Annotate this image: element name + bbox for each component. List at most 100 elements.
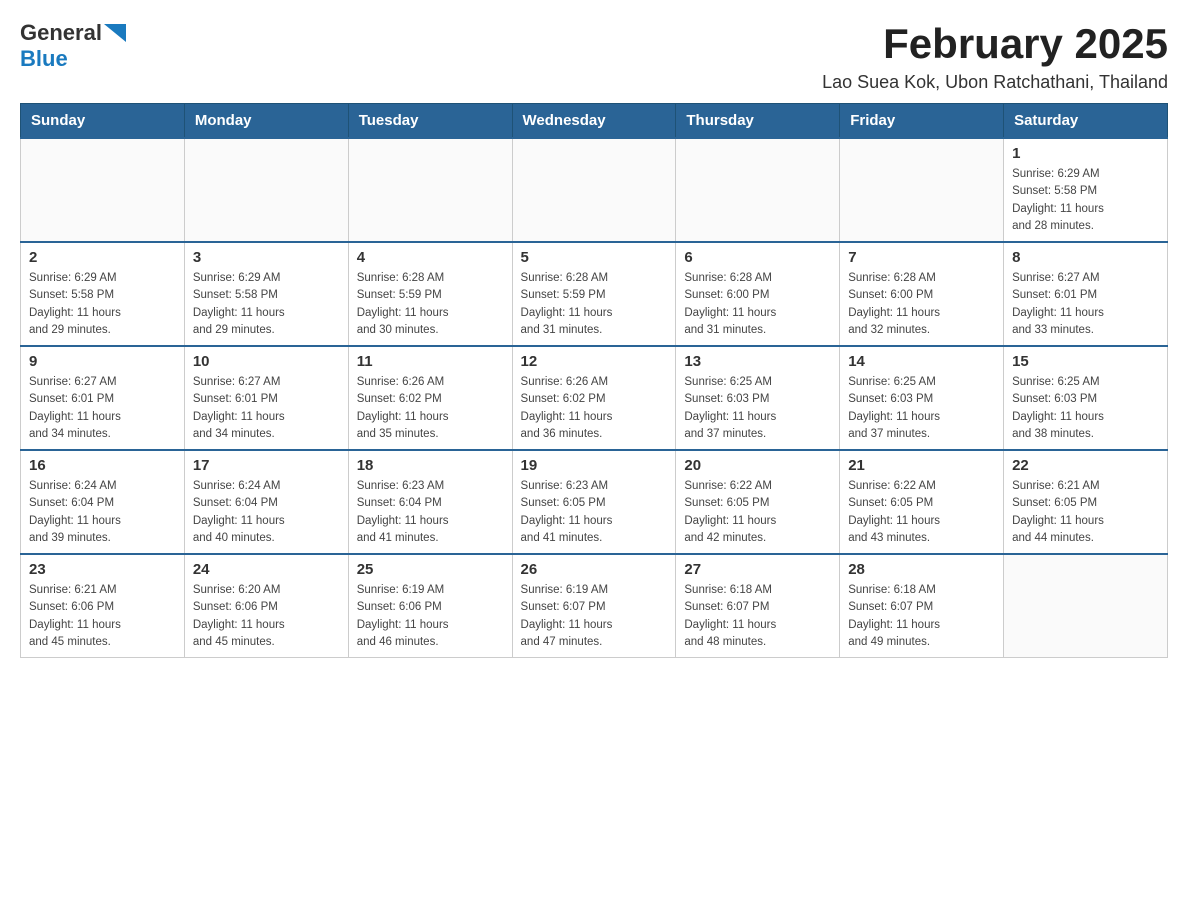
day-number: 12 (521, 353, 668, 370)
day-number: 1 (1012, 145, 1159, 162)
calendar-cell (1004, 554, 1168, 658)
calendar-cell (512, 138, 676, 242)
day-info: Sunrise: 6:22 AMSunset: 6:05 PMDaylight:… (848, 478, 995, 547)
calendar-day-header: Monday (184, 104, 348, 139)
title-block: February 2025 Lao Suea Kok, Ubon Ratchat… (822, 20, 1168, 93)
week-row: 16 Sunrise: 6:24 AMSunset: 6:04 PMDayligh… (21, 450, 1168, 554)
day-info: Sunrise: 6:25 AMSunset: 6:03 PMDaylight:… (848, 374, 995, 443)
location: Lao Suea Kok, Ubon Ratchathani, Thailand (822, 72, 1168, 93)
calendar-cell: 26 Sunrise: 6:19 AMSunset: 6:07 PMDayligh… (512, 554, 676, 658)
day-number: 24 (193, 561, 340, 578)
day-info: Sunrise: 6:27 AMSunset: 6:01 PMDaylight:… (29, 374, 176, 443)
day-number: 22 (1012, 457, 1159, 474)
day-number: 26 (521, 561, 668, 578)
calendar-cell: 12 Sunrise: 6:26 AMSunset: 6:02 PMDayligh… (512, 346, 676, 450)
calendar-cell: 28 Sunrise: 6:18 AMSunset: 6:07 PMDayligh… (840, 554, 1004, 658)
page-header: General Blue February 2025 Lao Suea Kok,… (20, 20, 1168, 93)
calendar-cell: 19Sunrise: 6:23 AMSunset: 6:05 PMDayligh… (512, 450, 676, 554)
day-number: 27 (684, 561, 831, 578)
calendar: SundayMondayTuesdayWednesdayThursdayFrid… (20, 103, 1168, 658)
week-row: 1Sunrise: 6:29 AMSunset: 5:58 PMDaylight… (21, 138, 1168, 242)
day-number: 4 (357, 249, 504, 266)
day-number: 3 (193, 249, 340, 266)
day-info: Sunrise: 6:27 AMSunset: 6:01 PMDaylight:… (193, 374, 340, 443)
calendar-cell: 27 Sunrise: 6:18 AMSunset: 6:07 PMDayligh… (676, 554, 840, 658)
calendar-cell: 24 Sunrise: 6:20 AMSunset: 6:06 PMDayligh… (184, 554, 348, 658)
calendar-cell: 10 Sunrise: 6:27 AMSunset: 6:01 PMDayligh… (184, 346, 348, 450)
day-info: Sunrise: 6:29 AMSunset: 5:58 PMDaylight:… (193, 270, 340, 339)
calendar-cell: 20 Sunrise: 6:22 AMSunset: 6:05 PMDayligh… (676, 450, 840, 554)
day-info: Sunrise: 6:21 AMSunset: 6:05 PMDaylight:… (1012, 478, 1159, 547)
day-info: Sunrise: 6:27 AMSunset: 6:01 PMDaylight:… (1012, 270, 1159, 339)
day-info: Sunrise: 6:22 AMSunset: 6:05 PMDaylight:… (684, 478, 831, 547)
calendar-cell (840, 138, 1004, 242)
day-number: 15 (1012, 353, 1159, 370)
calendar-day-header: Saturday (1004, 104, 1168, 139)
day-number: 2 (29, 249, 176, 266)
calendar-cell: 6Sunrise: 6:28 AMSunset: 6:00 PMDaylight… (676, 242, 840, 346)
day-number: 13 (684, 353, 831, 370)
calendar-cell: 17Sunrise: 6:24 AMSunset: 6:04 PMDayligh… (184, 450, 348, 554)
day-info: Sunrise: 6:20 AMSunset: 6:06 PMDaylight:… (193, 582, 340, 651)
day-info: Sunrise: 6:28 AMSunset: 5:59 PMDaylight:… (521, 270, 668, 339)
day-number: 16 (29, 457, 176, 474)
day-info: Sunrise: 6:18 AMSunset: 6:07 PMDaylight:… (848, 582, 995, 651)
day-info: Sunrise: 6:23 AMSunset: 6:04 PMDaylight:… (357, 478, 504, 547)
day-info: Sunrise: 6:18 AMSunset: 6:07 PMDaylight:… (684, 582, 831, 651)
day-info: Sunrise: 6:28 AMSunset: 5:59 PMDaylight:… (357, 270, 504, 339)
day-number: 6 (684, 249, 831, 266)
day-number: 7 (848, 249, 995, 266)
calendar-cell: 9Sunrise: 6:27 AMSunset: 6:01 PMDaylight… (21, 346, 185, 450)
calendar-cell: 21 Sunrise: 6:22 AMSunset: 6:05 PMDayligh… (840, 450, 1004, 554)
day-info: Sunrise: 6:24 AMSunset: 6:04 PMDaylight:… (29, 478, 176, 547)
calendar-cell: 4 Sunrise: 6:28 AMSunset: 5:59 PMDaylight… (348, 242, 512, 346)
calendar-cell: 16 Sunrise: 6:24 AMSunset: 6:04 PMDayligh… (21, 450, 185, 554)
day-number: 11 (357, 353, 504, 370)
day-info: Sunrise: 6:19 AMSunset: 6:07 PMDaylight:… (521, 582, 668, 651)
calendar-cell: 3 Sunrise: 6:29 AMSunset: 5:58 PMDaylight… (184, 242, 348, 346)
calendar-day-header: Wednesday (512, 104, 676, 139)
calendar-day-header: Friday (840, 104, 1004, 139)
calendar-cell: 22 Sunrise: 6:21 AMSunset: 6:05 PMDayligh… (1004, 450, 1168, 554)
logo-blue: Blue (20, 46, 68, 72)
day-info: Sunrise: 6:21 AMSunset: 6:06 PMDaylight:… (29, 582, 176, 651)
day-info: Sunrise: 6:26 AMSunset: 6:02 PMDaylight:… (357, 374, 504, 443)
day-info: Sunrise: 6:26 AMSunset: 6:02 PMDaylight:… (521, 374, 668, 443)
day-number: 17 (193, 457, 340, 474)
week-row: 2 Sunrise: 6:29 AMSunset: 5:58 PMDaylight… (21, 242, 1168, 346)
day-number: 5 (521, 249, 668, 266)
calendar-cell: 5 Sunrise: 6:28 AMSunset: 5:59 PMDaylight… (512, 242, 676, 346)
day-number: 25 (357, 561, 504, 578)
day-number: 20 (684, 457, 831, 474)
week-row: 9Sunrise: 6:27 AMSunset: 6:01 PMDaylight… (21, 346, 1168, 450)
calendar-day-header: Thursday (676, 104, 840, 139)
calendar-cell: 8 Sunrise: 6:27 AMSunset: 6:01 PMDaylight… (1004, 242, 1168, 346)
calendar-cell: 25Sunrise: 6:19 AMSunset: 6:06 PMDayligh… (348, 554, 512, 658)
calendar-cell: 2 Sunrise: 6:29 AMSunset: 5:58 PMDaylight… (21, 242, 185, 346)
logo-general: General (20, 20, 102, 46)
day-number: 10 (193, 353, 340, 370)
calendar-cell: 15 Sunrise: 6:25 AMSunset: 6:03 PMDayligh… (1004, 346, 1168, 450)
day-info: Sunrise: 6:28 AMSunset: 6:00 PMDaylight:… (848, 270, 995, 339)
calendar-cell: 14Sunrise: 6:25 AMSunset: 6:03 PMDayligh… (840, 346, 1004, 450)
day-info: Sunrise: 6:25 AMSunset: 6:03 PMDaylight:… (1012, 374, 1159, 443)
calendar-cell (184, 138, 348, 242)
calendar-cell: 11 Sunrise: 6:26 AMSunset: 6:02 PMDayligh… (348, 346, 512, 450)
calendar-cell: 13 Sunrise: 6:25 AMSunset: 6:03 PMDayligh… (676, 346, 840, 450)
logo: General Blue (20, 20, 126, 72)
day-number: 23 (29, 561, 176, 578)
day-info: Sunrise: 6:29 AMSunset: 5:58 PMDaylight:… (29, 270, 176, 339)
calendar-day-header: Tuesday (348, 104, 512, 139)
week-row: 23 Sunrise: 6:21 AMSunset: 6:06 PMDayligh… (21, 554, 1168, 658)
logo-triangle-icon (104, 24, 126, 42)
calendar-header-row: SundayMondayTuesdayWednesdayThursdayFrid… (21, 104, 1168, 139)
calendar-cell: 23 Sunrise: 6:21 AMSunset: 6:06 PMDayligh… (21, 554, 185, 658)
day-number: 21 (848, 457, 995, 474)
day-number: 8 (1012, 249, 1159, 266)
calendar-cell (21, 138, 185, 242)
day-number: 19 (521, 457, 668, 474)
calendar-cell (676, 138, 840, 242)
day-info: Sunrise: 6:25 AMSunset: 6:03 PMDaylight:… (684, 374, 831, 443)
month-title: February 2025 (822, 20, 1168, 68)
day-number: 28 (848, 561, 995, 578)
